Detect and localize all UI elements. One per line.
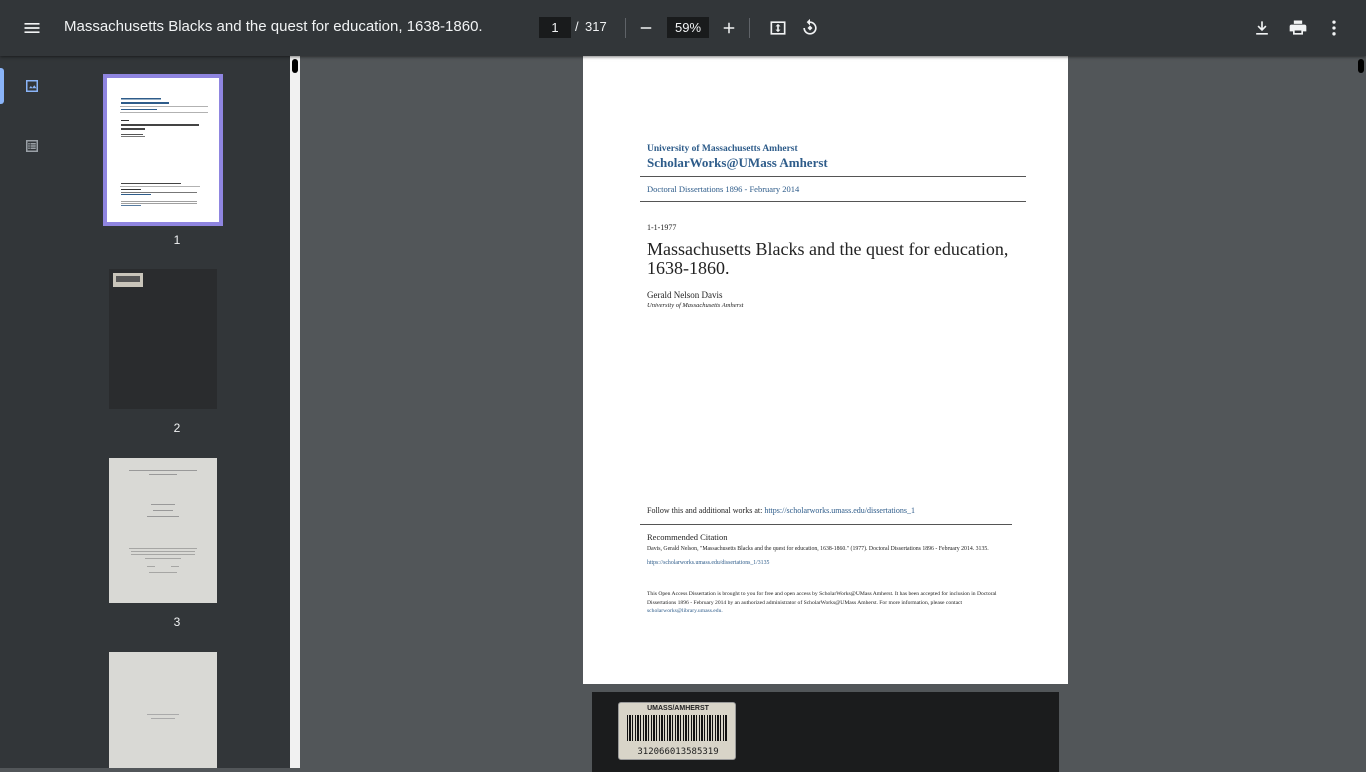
zoom-input[interactable] [667, 17, 709, 38]
minus-icon [640, 27, 652, 29]
zoom-out-button[interactable] [630, 12, 662, 44]
thumbnail-page-3[interactable] [109, 458, 217, 603]
toolbar-divider [625, 18, 626, 38]
document-title: Massachusetts Blacks and the quest for e… [64, 18, 483, 35]
more-options-button[interactable] [1318, 12, 1350, 44]
page-separator: / [575, 19, 579, 34]
library-barcode-label: UMASS/AMHERST 312066013585319 [618, 702, 736, 760]
download-button[interactable] [1246, 12, 1278, 44]
collection-link[interactable]: Doctoral Dissertations 1896 - February 2… [647, 184, 799, 194]
document-heading: Massachusetts Blacks and the quest for e… [647, 239, 1009, 278]
author-name: Gerald Nelson Davis [647, 290, 723, 300]
zoom-in-button[interactable] [713, 12, 745, 44]
citation-link[interactable]: https://scholarworks.umass.edu/dissertat… [647, 560, 769, 566]
menu-icon [24, 23, 40, 33]
thumbnail-page-1-preview [120, 98, 208, 206]
author-affiliation: University of Massachusetts Amherst [647, 302, 744, 309]
rotate-icon [803, 18, 817, 35]
pdf-toolbar: Massachusetts Blacks and the quest for e… [0, 0, 1366, 56]
citation-heading: Recommended Citation [647, 532, 728, 542]
thumbnail-label: 1 [173, 233, 181, 247]
follow-link[interactable]: https://scholarworks.umass.edu/dissertat… [764, 506, 915, 515]
thumbnail-scrollbar[interactable] [290, 56, 300, 768]
more-vert-icon [1332, 20, 1336, 36]
citation-text: Davis, Gerald Nelson, "Massachusetts Bla… [647, 546, 989, 552]
thumbnail-page-4-preview [147, 714, 179, 719]
menu-button[interactable] [16, 12, 48, 44]
scrollbar-thumb[interactable] [292, 59, 298, 73]
follow-line: Follow this and additional works at: htt… [647, 506, 915, 515]
barcode-number: 312066013585319 [637, 747, 719, 757]
thumbnail-page-2[interactable] [109, 269, 217, 409]
thumbnail-panel: 1 2 3 [64, 56, 290, 768]
thumbnail-label: 3 [173, 615, 181, 629]
thumbnail-page-1[interactable] [103, 74, 223, 226]
toolbar-divider [749, 18, 750, 38]
thumbnail-icon [26, 80, 38, 92]
divider [640, 176, 1026, 177]
thumbnail-label: 2 [173, 421, 181, 435]
thumbnail-view-button[interactable] [0, 68, 64, 104]
divider [640, 201, 1026, 202]
rotate-button[interactable] [794, 12, 826, 44]
thumbnail-page-4[interactable] [109, 652, 217, 768]
total-pages: 317 [585, 19, 607, 34]
fit-page-icon [770, 21, 786, 35]
outline-view-button[interactable] [0, 128, 64, 164]
thumbnail-page-3-preview [129, 470, 197, 573]
page-number-input[interactable] [539, 17, 571, 38]
scrollbar-thumb[interactable] [1358, 59, 1364, 73]
document-page-2: UMASS/AMHERST 312066013585319 [592, 692, 1059, 772]
fit-to-page-button[interactable] [762, 12, 794, 44]
sidebar-rail [0, 56, 64, 768]
document-page-1: University of Massachusetts Amherst Scho… [583, 56, 1068, 684]
repository-name: ScholarWorks@UMass Amherst [647, 155, 828, 170]
download-icon [1256, 21, 1268, 35]
divider [640, 524, 1012, 525]
publication-date: 1-1-1977 [647, 223, 677, 232]
outline-icon [26, 140, 38, 152]
print-button[interactable] [1282, 12, 1314, 44]
contact-email-link[interactable]: scholarworks@library.umass.edu. [647, 608, 723, 614]
institution-name: University of Massachusetts Amherst [647, 144, 798, 154]
thumbnail-page-2-preview [113, 273, 143, 287]
document-scrollbar[interactable] [1356, 56, 1366, 768]
barcode-image [627, 715, 727, 741]
label-title: UMASS/AMHERST [647, 705, 709, 712]
open-access-notice: This Open Access Dissertation is brought… [647, 590, 1007, 616]
plus-icon [723, 22, 735, 34]
print-icon [1289, 20, 1307, 35]
open-access-text: This Open Access Dissertation is brought… [647, 591, 997, 606]
follow-text: Follow this and additional works at: [647, 506, 763, 515]
